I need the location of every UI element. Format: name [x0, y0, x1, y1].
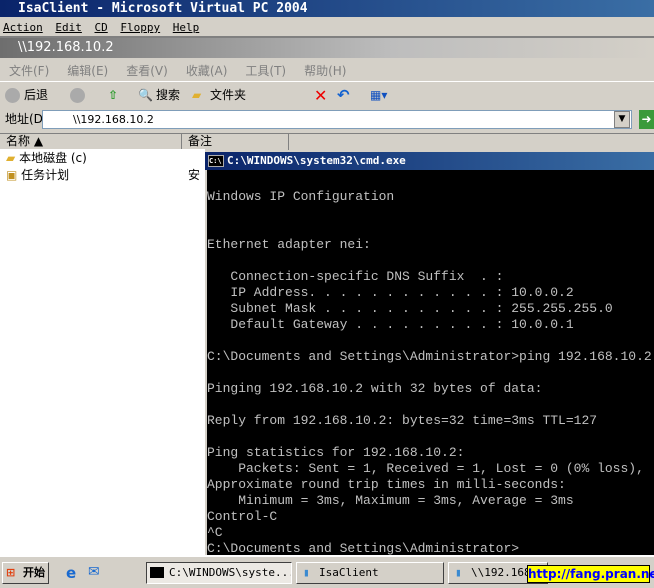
search-icon: 🔍	[138, 88, 153, 102]
watermark: http://fang.pran.net	[527, 565, 654, 583]
back-icon	[5, 88, 20, 103]
cmd-line	[207, 397, 654, 413]
ie-icon[interactable]: e	[66, 564, 76, 582]
vpc-menu-bar: Action Edit CD Floppy Help	[0, 17, 654, 38]
cmd-line: Control-C	[207, 509, 278, 524]
explorer-title: \\192.168.10.2	[18, 40, 114, 55]
address-input[interactable]: \\192.168.10.2	[42, 110, 632, 129]
cmd-icon: C:\	[208, 155, 224, 167]
folders-button[interactable]: 文件夹	[210, 84, 246, 107]
cmd-line: Reply from 192.168.10.2: bytes=32 time=3…	[207, 413, 598, 428]
outlook-icon[interactable]: ✉	[88, 564, 100, 580]
windows-logo-icon: ⊞	[6, 566, 16, 579]
menu-action[interactable]: Action	[3, 21, 43, 34]
cmd-line: Windows IP Configuration	[207, 189, 395, 204]
menu-help[interactable]: Help	[173, 21, 200, 34]
cmd-line: Ping statistics for 192.168.10.2:	[207, 445, 465, 460]
cmd-line: ^C	[207, 525, 223, 540]
delete-icon[interactable]: ✕	[314, 84, 327, 107]
file-list: ▰ 本地磁盘 (c) ▣ 任务计划 安	[0, 149, 205, 555]
cmd-line	[207, 205, 654, 221]
start-button[interactable]: ⊞ 开始	[2, 562, 49, 584]
views-icon[interactable]: ▦▾	[370, 84, 387, 107]
cmd-line: C:\Documents and Settings\Administrator>…	[207, 349, 652, 364]
cmd-line: Subnet Mask . . . . . . . . . . . : 255.…	[207, 301, 613, 316]
folder-icon: ▰	[192, 88, 202, 102]
vpc-title-bar: IsaClient - Microsoft Virtual PC 2004	[0, 0, 654, 17]
address-dropdown-button[interactable]: ▼	[614, 111, 630, 128]
search-button[interactable]: 搜索	[156, 84, 180, 107]
cmd-line: Packets: Sent = 1, Received = 1, Lost = …	[207, 461, 644, 476]
cmd-line: Minimum = 3ms, Maximum = 3ms, Average = …	[207, 493, 574, 508]
menu-file[interactable]: 文件(F)	[9, 64, 49, 78]
explorer-title-bar: \\192.168.10.2	[0, 38, 654, 58]
address-value: \\192.168.10.2	[73, 113, 154, 126]
cmd-line: Ethernet adapter nei:	[207, 237, 371, 252]
forward-button[interactable]	[70, 88, 85, 103]
vpc-title: IsaClient - Microsoft Virtual PC 2004	[18, 1, 308, 16]
toolbar: 后退 ⇧ 🔍 搜索 ▰ 文件夹 ✕ ↶ ▦▾	[0, 84, 654, 107]
menu-edit[interactable]: Edit	[55, 21, 82, 34]
cmd-line	[207, 221, 654, 237]
cmd-line: Default Gateway . . . . . . . . . : 10.0…	[207, 317, 574, 332]
cmd-line: Pinging 192.168.10.2 with 32 bytes of da…	[207, 381, 543, 396]
task-cmd[interactable]: C:\WINDOWS\syste...	[146, 562, 292, 584]
cmd-line	[207, 253, 654, 269]
cmd-icon	[150, 567, 164, 578]
task-isaclient[interactable]: ▮ IsaClient	[296, 562, 444, 584]
column-note[interactable]: 备注	[182, 134, 289, 150]
explorer-menu-bar: 文件(F) 编辑(E) 查看(V) 收藏(A) 工具(T) 帮助(H)	[0, 60, 654, 82]
column-name[interactable]: 名称 ▲	[0, 134, 182, 150]
monitor-icon: ▮	[455, 566, 462, 579]
list-item[interactable]: ▰ 本地磁盘 (c)	[6, 150, 87, 166]
undo-icon[interactable]: ↶	[337, 84, 350, 107]
list-item-note: 安	[188, 168, 201, 182]
cmd-line	[207, 365, 654, 381]
cmd-line: C:\Documents and Settings\Administrator>	[207, 541, 520, 555]
cmd-line	[207, 333, 654, 349]
go-button[interactable]: ➜	[639, 110, 654, 129]
cmd-line: Connection-specific DNS Suffix . :	[207, 269, 504, 284]
list-item[interactable]: ▣ 任务计划	[6, 167, 69, 183]
menu-favorites[interactable]: 收藏(A)	[186, 64, 228, 78]
menu-help-cn[interactable]: 帮助(H)	[304, 64, 346, 78]
back-button[interactable]: 后退	[24, 84, 48, 107]
menu-tools[interactable]: 工具(T)	[245, 64, 286, 78]
menu-view[interactable]: 查看(V)	[126, 64, 168, 78]
address-label: 地址(D)	[5, 112, 48, 126]
menu-edit-cn[interactable]: 编辑(E)	[67, 64, 108, 78]
monitor-icon: ▮	[303, 566, 310, 579]
cmd-title-bar: C:\ C:\WINDOWS\system32\cmd.exe	[205, 152, 654, 170]
menu-floppy[interactable]: Floppy	[120, 21, 160, 34]
cmd-output: Windows IP Configuration Ethernet adapter…	[207, 189, 654, 555]
cmd-line: IP Address. . . . . . . . . . . . : 10.0…	[207, 285, 574, 300]
up-folder-icon[interactable]: ⇧	[108, 84, 118, 107]
cmd-line	[207, 429, 654, 445]
menu-cd[interactable]: CD	[95, 21, 108, 34]
cmd-line: Approximate round trip times in milli-se…	[207, 477, 566, 492]
column-header: 名称 ▲ 备注	[0, 133, 654, 150]
